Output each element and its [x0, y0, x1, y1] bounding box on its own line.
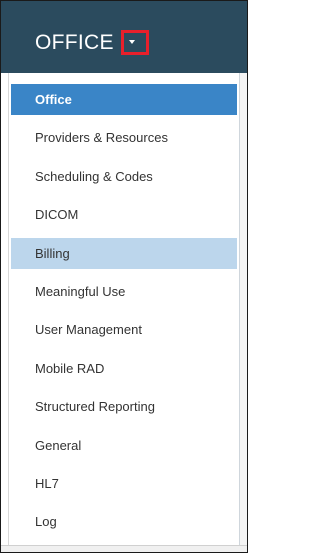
menu-item-billing[interactable]: Billing [11, 238, 237, 269]
menu-item-meaningful-use[interactable]: Meaningful Use [11, 276, 237, 307]
menu-item-general[interactable]: General [11, 430, 237, 461]
menu-item-log[interactable]: Log [11, 506, 237, 537]
menu-title[interactable]: OFFICE [35, 31, 114, 55]
menu-item-providers-resources[interactable]: Providers & Resources [11, 122, 237, 153]
menu-header[interactable]: OFFICE [1, 1, 247, 73]
office-menu-panel: OFFICE Office Providers & Resources Sche… [0, 0, 248, 553]
menu-item-user-management[interactable]: User Management [11, 314, 237, 345]
menu-item-hl7[interactable]: HL7 [11, 468, 237, 499]
menu-item-structured-reporting[interactable]: Structured Reporting [11, 391, 237, 422]
scroll-strip [239, 73, 247, 552]
menu-item-scheduling-codes[interactable]: Scheduling & Codes [11, 161, 237, 192]
menu-item-dicom[interactable]: DICOM [11, 199, 237, 230]
bottom-divider [1, 545, 247, 552]
dropdown-highlight-box [121, 30, 149, 55]
menu-item-office[interactable]: Office [11, 84, 237, 115]
menu-item-mobile-rad[interactable]: Mobile RAD [11, 353, 237, 384]
